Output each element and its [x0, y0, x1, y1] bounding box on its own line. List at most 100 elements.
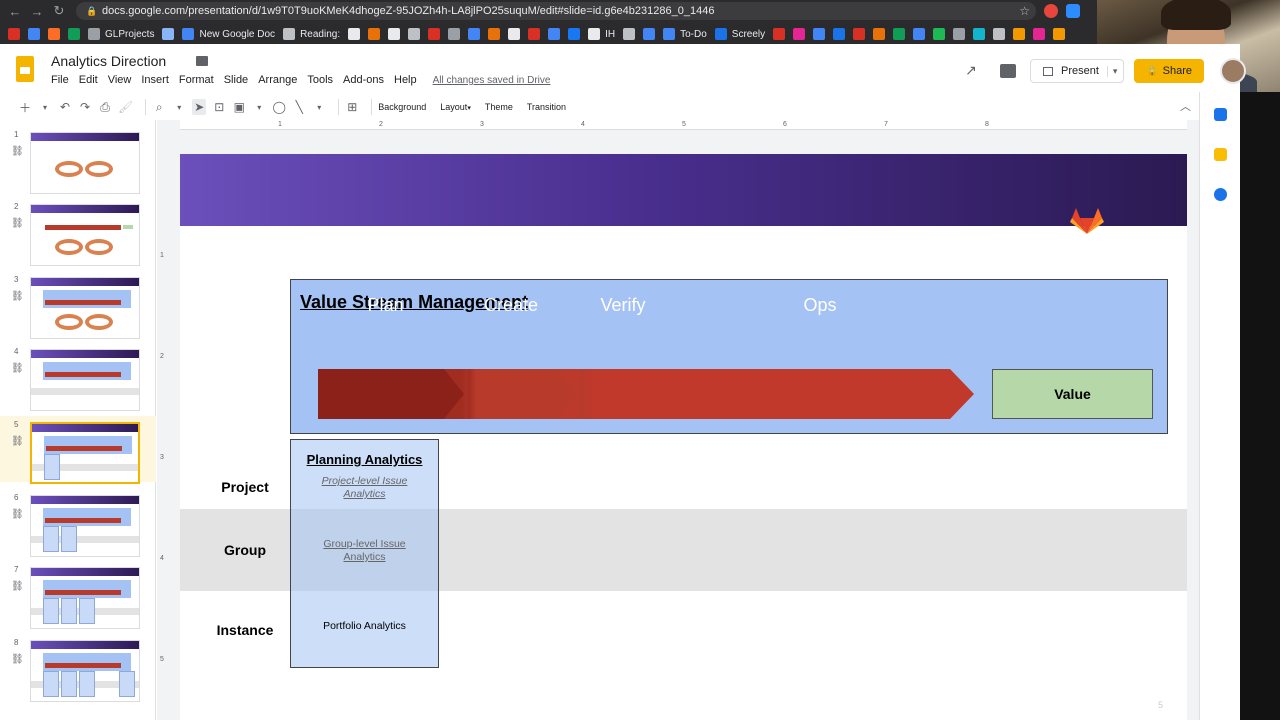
- menu-addons[interactable]: Add-ons: [343, 74, 384, 86]
- bookmark-grey[interactable]: [953, 25, 966, 43]
- slide-thumbnail-2[interactable]: 2 ⛓: [0, 198, 156, 266]
- zoom-icon[interactable]: ⌕: [152, 99, 166, 115]
- bookmark-calendar[interactable]: [813, 25, 826, 43]
- bookmark-k[interactable]: [793, 25, 806, 43]
- bookmark-ih[interactable]: IH: [588, 25, 615, 43]
- bookmark-swirl[interactable]: [448, 25, 461, 43]
- text-box-icon[interactable]: ⊡: [212, 99, 226, 115]
- present-dropdown-icon[interactable]: ▾: [1106, 65, 1117, 77]
- bookmark-green[interactable]: [893, 25, 906, 43]
- bookmark-todo[interactable]: To-Do: [663, 25, 707, 43]
- save-status[interactable]: All changes saved in Drive: [433, 75, 551, 86]
- avatar[interactable]: [1220, 58, 1247, 84]
- menu-slide[interactable]: Slide: [224, 74, 248, 86]
- share-button[interactable]: 🔒 Share: [1134, 59, 1205, 83]
- bookmark-doc-blue-icon-2[interactable]: [643, 25, 656, 43]
- menu-file[interactable]: File: [51, 74, 69, 86]
- comment-icon[interactable]: [1000, 64, 1016, 78]
- bookmark-gear-bookmark[interactable]: [162, 25, 175, 43]
- bookmark-google-doc[interactable]: New Google Doc: [182, 25, 275, 43]
- slide-thumbnail-8[interactable]: 8 ⛓: [0, 634, 156, 702]
- print-icon[interactable]: ⎙: [98, 99, 112, 115]
- bookmark-spotify[interactable]: [933, 25, 946, 43]
- slide-thumbnail-1[interactable]: 1 ⛓: [0, 126, 156, 194]
- planning-analytics-column[interactable]: Planning Analytics Project-level Issue A…: [290, 439, 439, 668]
- bookmark-medium[interactable]: [388, 25, 401, 43]
- bookmark-hand[interactable]: [508, 25, 521, 43]
- menu-tools[interactable]: Tools: [307, 74, 333, 86]
- bookmark-facebook[interactable]: [568, 25, 581, 43]
- undo-icon[interactable]: ↶: [58, 99, 72, 115]
- bookmark-gitlab[interactable]: [48, 25, 60, 43]
- new-slide-dropdown-icon[interactable]: ▾: [38, 99, 52, 115]
- bookmark-screely[interactable]: Screely: [714, 25, 765, 43]
- bookmark-tools[interactable]: [873, 25, 886, 43]
- value-stream-box[interactable]: Value Stream Management Plan Create Veri…: [290, 279, 1168, 434]
- bookmark-doc-icon-3[interactable]: [913, 25, 926, 43]
- menu-edit[interactable]: Edit: [79, 74, 98, 86]
- bookmark-folder[interactable]: GLProjects: [88, 25, 154, 43]
- slide-thumbnail-3[interactable]: 3 ⛓: [0, 271, 156, 339]
- zoom-dropdown-icon[interactable]: ▾: [172, 99, 186, 115]
- move-folder-icon[interactable]: [196, 56, 208, 66]
- bookmark-mail[interactable]: [773, 25, 786, 43]
- menu-help[interactable]: Help: [394, 74, 417, 86]
- menu-view[interactable]: View: [108, 74, 132, 86]
- bookmark-red-dot[interactable]: [428, 25, 441, 43]
- activity-trend-icon[interactable]: ↗: [962, 62, 980, 80]
- slides-logo-icon[interactable]: [16, 56, 34, 82]
- bookmark-red[interactable]: [853, 25, 866, 43]
- bookmark-orange[interactable]: [1013, 25, 1026, 43]
- redo-icon[interactable]: ↷: [78, 99, 92, 115]
- collapse-toolbar-icon[interactable]: ︿: [1180, 98, 1191, 114]
- extension-red-icon[interactable]: [1044, 4, 1058, 18]
- slide-thumbnail-7[interactable]: 7 ⛓: [0, 561, 156, 629]
- bookmark-docs-blue[interactable]: [28, 25, 40, 43]
- document-title[interactable]: Analytics Direction: [51, 53, 166, 69]
- shape-icon[interactable]: ◯: [272, 99, 286, 115]
- project-level-issue-analytics-link[interactable]: Project-level Issue Analytics: [322, 475, 408, 500]
- line-icon[interactable]: ╲: [292, 99, 306, 115]
- value-box[interactable]: Value: [992, 369, 1153, 419]
- address-bar[interactable]: 🔒 docs.google.com/presentation/d/1w9T0T9…: [76, 2, 1036, 20]
- layout-button[interactable]: Layout▾: [440, 102, 471, 112]
- bookmark-calendar-30[interactable]: [833, 25, 846, 43]
- bookmark-wave[interactable]: [993, 25, 1006, 43]
- select-tool-icon[interactable]: ➤: [192, 99, 207, 115]
- tasks-icon[interactable]: [1214, 188, 1227, 201]
- bookmark-drive[interactable]: [68, 25, 80, 43]
- extension-zoom-icon[interactable]: [1066, 4, 1080, 18]
- bookmark-m[interactable]: [528, 25, 541, 43]
- forward-icon[interactable]: →: [26, 0, 48, 22]
- slide-thumbnail-5[interactable]: 5 ⛓: [0, 416, 156, 484]
- bookmark-exclaim[interactable]: [548, 25, 561, 43]
- bookmark-cloud[interactable]: [408, 25, 421, 43]
- bookmark-star-icon[interactable]: ☆: [1019, 4, 1030, 18]
- keep-icon[interactable]: [1214, 148, 1227, 161]
- theme-button[interactable]: Theme: [485, 102, 513, 112]
- transition-button[interactable]: Transition: [527, 102, 566, 112]
- bookmark-github[interactable]: [623, 25, 636, 43]
- reload-icon[interactable]: ↻: [48, 0, 70, 22]
- add-comment-icon[interactable]: ⊞: [345, 99, 359, 115]
- bookmark-circle[interactable]: [348, 25, 361, 43]
- bookmark-play[interactable]: [1053, 25, 1066, 43]
- bookmark-p[interactable]: [368, 25, 381, 43]
- image-icon[interactable]: ▣: [232, 99, 246, 115]
- bookmark-h[interactable]: [1033, 25, 1046, 43]
- bookmark-reading[interactable]: Reading:: [283, 25, 340, 43]
- bookmark-gmail[interactable]: [8, 25, 20, 43]
- menu-arrange[interactable]: Arrange: [258, 74, 297, 86]
- menu-format[interactable]: Format: [179, 74, 214, 86]
- bookmark-blue-circle[interactable]: [468, 25, 481, 43]
- bookmark-v[interactable]: [488, 25, 501, 43]
- present-button[interactable]: Present ▾: [1030, 59, 1125, 83]
- new-slide-icon[interactable]: ＋: [18, 99, 32, 115]
- calendar-icon[interactable]: [1214, 108, 1227, 121]
- bookmark-teal[interactable]: [973, 25, 986, 43]
- line-dropdown-icon[interactable]: ▾: [312, 99, 326, 115]
- paint-format-icon[interactable]: 🖌: [118, 99, 133, 115]
- current-slide[interactable]: Project Group Instance Value Stream Mana…: [180, 154, 1187, 720]
- slide-thumbnail-4[interactable]: 4 ⛓: [0, 343, 156, 411]
- slide-thumbnail-6[interactable]: 6 ⛓: [0, 489, 156, 557]
